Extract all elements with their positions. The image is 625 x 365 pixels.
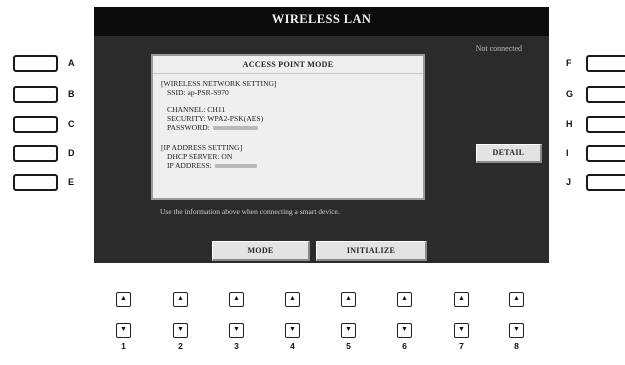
down-arrow-icon: ▼ <box>401 326 408 333</box>
button-6-label: 6 <box>402 341 407 351</box>
button-c-label: C <box>68 119 75 129</box>
down-arrow-icon: ▼ <box>120 326 127 333</box>
down-arrow-icon: ▼ <box>345 326 352 333</box>
button-i-label: I <box>566 148 569 158</box>
button-3-label: 3 <box>234 341 239 351</box>
password-redacted <box>212 126 258 131</box>
button-j-label: J <box>566 177 572 187</box>
button-a[interactable] <box>13 55 58 72</box>
button-6-up[interactable]: ▲ <box>397 292 412 307</box>
ip-redacted <box>214 164 257 169</box>
button-5-label: 5 <box>346 341 351 351</box>
network-setting-header: [WIRELESS NETWORK SETTING] <box>161 79 277 88</box>
button-b[interactable] <box>13 86 58 103</box>
button-f[interactable] <box>586 55 625 72</box>
panel-title: ACCESS POINT MODE <box>153 56 423 74</box>
button-e-label: E <box>68 177 75 187</box>
security-value: SECURITY: WPA2-PSK(AES) <box>167 114 264 123</box>
button-7-label: 7 <box>459 341 464 351</box>
dhcp-value: DHCP SERVER: ON <box>167 152 233 161</box>
up-arrow-icon: ▲ <box>177 295 184 302</box>
password-row: PASSWORD: <box>161 123 415 132</box>
ip-row: IP ADDRESS: <box>161 161 415 170</box>
button-8-label: 8 <box>514 341 519 351</box>
ip-setting-header: [IP ADDRESS SETTING] <box>161 143 243 152</box>
up-arrow-icon: ▲ <box>120 295 127 302</box>
up-arrow-icon: ▲ <box>458 295 465 302</box>
button-1-label: 1 <box>121 341 126 351</box>
button-c[interactable] <box>13 116 58 133</box>
down-arrow-icon: ▼ <box>289 326 296 333</box>
panel-body: [WIRELESS NETWORK SETTING] SSID: ap-PSR-… <box>153 74 423 175</box>
button-4-label: 4 <box>290 341 295 351</box>
access-point-panel: ACCESS POINT MODE [WIRELESS NETWORK SETT… <box>151 54 425 200</box>
up-arrow-icon: ▲ <box>513 295 520 302</box>
button-8-down[interactable]: ▼ <box>509 323 524 338</box>
button-i[interactable] <box>586 145 625 162</box>
down-arrow-icon: ▼ <box>513 326 520 333</box>
up-arrow-icon: ▲ <box>401 295 408 302</box>
button-b-label: B <box>68 89 75 99</box>
button-d-label: D <box>68 148 75 158</box>
channel-value: CHANNEL: CH11 <box>167 105 226 114</box>
connection-status: Not connected <box>475 44 522 53</box>
button-5-up[interactable]: ▲ <box>341 292 356 307</box>
down-arrow-icon: ▼ <box>177 326 184 333</box>
ip-label: IP ADDRESS: <box>167 161 212 170</box>
button-e[interactable] <box>13 174 58 191</box>
lcd-screen: WIRELESS LAN Not connected ACCESS POINT … <box>94 7 549 263</box>
up-arrow-icon: ▲ <box>289 295 296 302</box>
button-2-down[interactable]: ▼ <box>173 323 188 338</box>
button-f-label: F <box>566 58 572 68</box>
button-3-down[interactable]: ▼ <box>229 323 244 338</box>
button-2-label: 2 <box>178 341 183 351</box>
button-h[interactable] <box>586 116 625 133</box>
button-1-down[interactable]: ▼ <box>116 323 131 338</box>
ssid-value: SSID: ap-PSR-S970 <box>167 88 229 97</box>
button-4-down[interactable]: ▼ <box>285 323 300 338</box>
initialize-button[interactable]: INITIALIZE <box>316 241 427 261</box>
button-1-up[interactable]: ▲ <box>116 292 131 307</box>
down-arrow-icon: ▼ <box>458 326 465 333</box>
button-7-down[interactable]: ▼ <box>454 323 469 338</box>
button-7-up[interactable]: ▲ <box>454 292 469 307</box>
down-arrow-icon: ▼ <box>233 326 240 333</box>
button-d[interactable] <box>13 145 58 162</box>
button-3-up[interactable]: ▲ <box>229 292 244 307</box>
up-arrow-icon: ▲ <box>345 295 352 302</box>
mode-button[interactable]: MODE <box>212 241 310 261</box>
button-6-down[interactable]: ▼ <box>397 323 412 338</box>
detail-button[interactable]: DETAIL <box>476 144 542 163</box>
password-label: PASSWORD: <box>167 123 210 132</box>
info-text: Use the information above when connectin… <box>160 207 340 216</box>
button-g-label: G <box>566 89 574 99</box>
button-j[interactable] <box>586 174 625 191</box>
button-2-up[interactable]: ▲ <box>173 292 188 307</box>
screen-title: WIRELESS LAN <box>94 7 549 36</box>
button-8-up[interactable]: ▲ <box>509 292 524 307</box>
button-h-label: H <box>566 119 573 129</box>
button-5-down[interactable]: ▼ <box>341 323 356 338</box>
button-4-up[interactable]: ▲ <box>285 292 300 307</box>
up-arrow-icon: ▲ <box>233 295 240 302</box>
button-a-label: A <box>68 58 75 68</box>
button-g[interactable] <box>586 86 625 103</box>
